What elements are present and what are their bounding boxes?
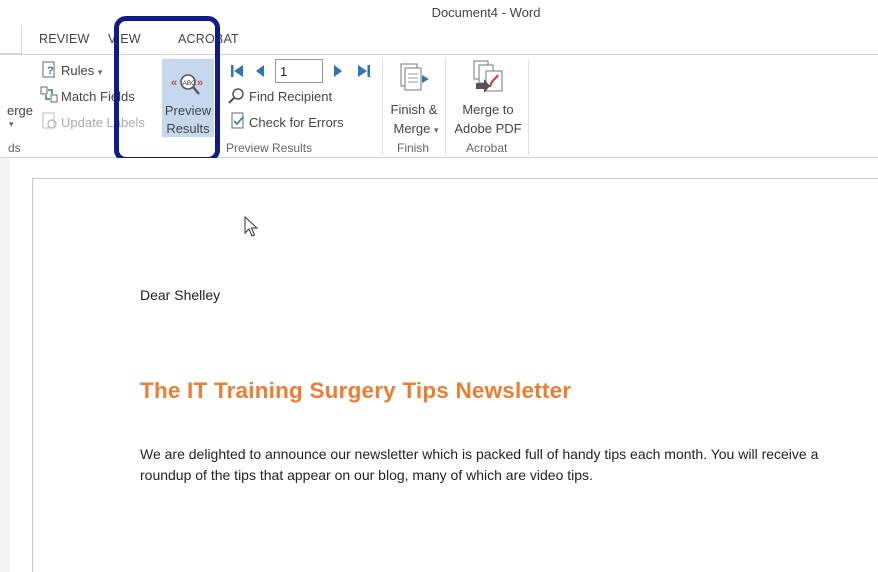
finish-merge-label-line1: Finish & [390,102,438,117]
body-paragraph: We are delighted to announce our newslet… [140,446,819,483]
finish-merge-partial-label[interactable]: erge [7,103,33,118]
group-label-acrobat: Acrobat [466,141,508,155]
rules-button[interactable]: Rules ▾ [61,63,102,78]
group-separator [528,59,529,155]
group-label-fields: ds [8,141,21,155]
newsletter-heading: The IT Training Surgery Tips Newsletter [140,378,572,403]
merge-pdf-icon [473,60,503,93]
merge-adobe-pdf-button[interactable]: Merge to Adobe PDF [452,59,524,137]
group-separator [382,59,383,155]
merge-pdf-label-line2: Adobe PDF [454,121,522,136]
tab-previous-edge[interactable] [0,26,22,54]
record-number-input[interactable] [275,59,323,83]
document-page[interactable] [32,178,878,572]
svg-text:?: ? [47,65,54,77]
previous-record-icon[interactable] [253,63,267,79]
merge-pdf-label-line1: Merge to [462,102,514,117]
dropdown-caret: ▾ [9,119,14,129]
match-fields-icon [40,86,58,103]
highlight-callout [114,16,220,162]
group-label-preview-results: Preview Results [226,141,313,155]
salutation-text: Dear Shelley [140,287,221,303]
check-errors-icon [231,112,244,129]
rules-label: Rules [61,63,95,78]
tab-review[interactable]: REVIEW [39,32,90,46]
rules-icon: ? [42,61,55,78]
rules-caret: ▾ [97,67,103,77]
finish-merge-button[interactable]: Finish & Merge ▾ [388,59,440,137]
update-labels-icon [42,112,57,129]
finish-merge-label-text: Merge [393,121,431,136]
first-record-icon[interactable] [229,63,245,79]
last-record-icon[interactable] [356,63,372,79]
group-separator [445,59,446,155]
find-recipient-button[interactable]: Find Recipient [249,89,332,104]
next-record-icon[interactable] [331,63,345,79]
find-recipient-icon [228,88,244,104]
finish-merge-label-line2: Merge ▾ [390,121,442,136]
group-label-finish: Finish [397,141,430,155]
finish-merge-icon [400,63,429,91]
check-errors-button[interactable]: Check for Errors [249,115,344,130]
finish-merge-caret: ▾ [433,125,439,135]
document-left-margin [0,158,10,572]
mouse-cursor-icon [244,216,259,237]
